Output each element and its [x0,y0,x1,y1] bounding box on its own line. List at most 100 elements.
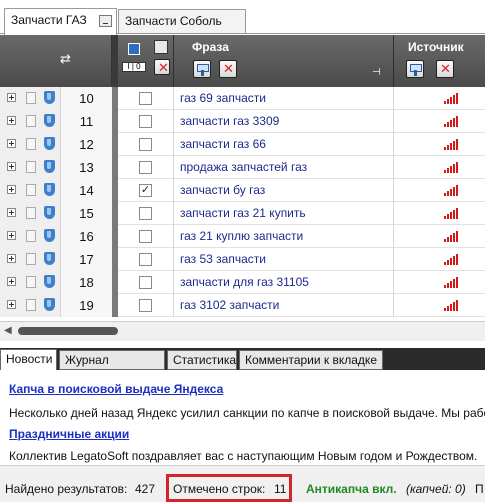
table-row[interactable]: 14 ✓ запчасти бу газ [0,179,485,202]
expand-icon[interactable] [7,162,16,171]
document-icon [26,207,36,219]
select-column-header: I | 0 [118,35,173,87]
phrase-cell[interactable]: запчасти газ 21 купить [180,202,306,225]
row-checkbox[interactable] [139,230,152,243]
scrollbar-thumb[interactable] [18,327,118,335]
phrase-cell[interactable]: запчасти бу газ [180,179,265,202]
cell-separator [393,87,394,110]
phrase-cell[interactable]: газ 3102 запчасти [180,294,279,317]
phrase-cell[interactable]: газ 69 запчасти [180,87,266,110]
row-header: 18 [0,271,112,294]
signal-bars-icon [444,116,458,127]
tab-comments[interactable]: Комментарии к вкладке [239,350,383,370]
source-column-title[interactable]: Источник [408,40,464,54]
expand-icon[interactable] [7,254,16,263]
row-checkbox[interactable] [139,161,152,174]
tab-news[interactable]: Новости [0,349,57,370]
source-filter-icon[interactable] [406,60,424,78]
expand-icon[interactable] [7,93,16,102]
gutter [112,202,118,225]
gutter [112,271,118,294]
table-row[interactable]: 13 продажа запчастей газ [0,156,485,179]
expand-icon[interactable] [7,208,16,217]
signal-bars-icon [444,162,458,173]
row-checkbox[interactable] [139,207,152,220]
expand-icon[interactable] [7,277,16,286]
table-row[interactable]: 16 газ 21 куплю запчасти [0,225,485,248]
news-title-link[interactable]: Праздничные акции [9,427,129,441]
phrase-cell[interactable]: запчасти газ 3309 [180,110,279,133]
table-row[interactable]: 12 запчасти газ 66 [0,133,485,156]
cell-separator [173,202,174,225]
signal-bars-icon [444,254,458,265]
tab-zapchasti-gaz[interactable]: Запчасти ГАЗ [4,8,117,35]
phrase-clear-filter-icon[interactable] [219,60,237,78]
signal-bars-icon [444,300,458,311]
expand-icon[interactable] [7,185,16,194]
gutter [112,225,118,248]
cell-separator [173,133,174,156]
row-checkbox[interactable] [139,276,152,289]
phrase-filter-icon[interactable] [193,60,211,78]
tab-event-log[interactable]: Журнал событий [59,350,165,385]
pin-icon[interactable]: ⊣ [372,67,381,78]
table-row[interactable]: 11 запчасти газ 3309 [0,110,485,133]
table-row[interactable]: 10 газ 69 запчасти [0,87,485,110]
shield-icon [44,252,55,265]
anticaptcha-status[interactable]: Антикапча вкл. [306,482,397,496]
expand-icon[interactable] [7,300,16,309]
column-settings-icon[interactable]: ⇄ [60,52,74,66]
table-row[interactable]: 18 запчасти для газ 31105 [0,271,485,294]
row-header: 10 [0,87,112,110]
phrase-cell[interactable]: продажа запчастей газ [180,156,307,179]
row-number: 10 [60,87,112,110]
document-icon [26,161,36,173]
cell-separator [393,271,394,294]
table-row[interactable]: 15 запчасти газ 21 купить [0,202,485,225]
phrase-cell[interactable]: запчасти для газ 31105 [180,271,309,294]
shield-icon [44,229,55,242]
table-row[interactable]: 19 газ 3102 запчасти [0,294,485,317]
cell-separator [393,133,394,156]
filter-settings-icon[interactable] [154,40,168,54]
row-checkbox[interactable] [139,299,152,312]
row-checkbox[interactable] [139,115,152,128]
cell-separator [173,248,174,271]
expand-icon[interactable] [7,139,16,148]
select-all-icon[interactable] [128,43,140,55]
info-tabs: Новости Журнал событий Статистика Коммен… [0,348,485,385]
row-number: 13 [60,156,112,179]
tab-zapchasti-sobol[interactable]: Запчасти Соболь [118,9,246,33]
row-checkbox[interactable] [139,253,152,266]
document-icon [26,230,36,242]
row-checkbox[interactable] [139,92,152,105]
toggle-icon[interactable]: I | 0 [122,62,146,72]
grid-header: ⇄ I | 0 Фраза ⊣ Источник [0,35,485,87]
phrase-cell[interactable]: газ 53 запчасти [180,248,266,271]
news-title-link[interactable]: Капча в поисковой выдаче Яндекса [9,382,223,396]
row-checkbox[interactable]: ✓ [139,184,152,197]
phrase-column-title[interactable]: Фраза [192,40,229,54]
phrase-cell[interactable]: газ 21 куплю запчасти [180,225,303,248]
results-grid: 10 газ 69 запчасти 11 запчасти газ 3309 12 за… [0,87,485,321]
expand-icon[interactable] [7,231,16,240]
signal-bars-icon [444,231,458,242]
horizontal-scrollbar[interactable]: ◀ [0,321,485,341]
document-tabs: Запчасти ГАЗ Запчасти Соболь [0,0,485,35]
clear-selection-icon[interactable] [154,59,170,76]
expand-icon[interactable] [7,116,16,125]
phrase-cell[interactable]: запчасти газ 66 [180,133,266,156]
scroll-left-icon[interactable]: ◀ [4,325,12,336]
document-icon [26,92,36,104]
source-clear-filter-icon[interactable] [436,60,454,78]
minimize-tab-icon[interactable] [99,15,112,27]
signal-bars-icon [444,208,458,219]
tab-statistics[interactable]: Статистика [167,350,237,370]
row-checkbox[interactable] [139,138,152,151]
cell-separator [173,294,174,317]
cell-separator [173,271,174,294]
row-header: 14 [0,179,112,202]
shield-icon [44,275,55,288]
table-row[interactable]: 17 газ 53 запчасти [0,248,485,271]
signal-bars-icon [444,139,458,150]
